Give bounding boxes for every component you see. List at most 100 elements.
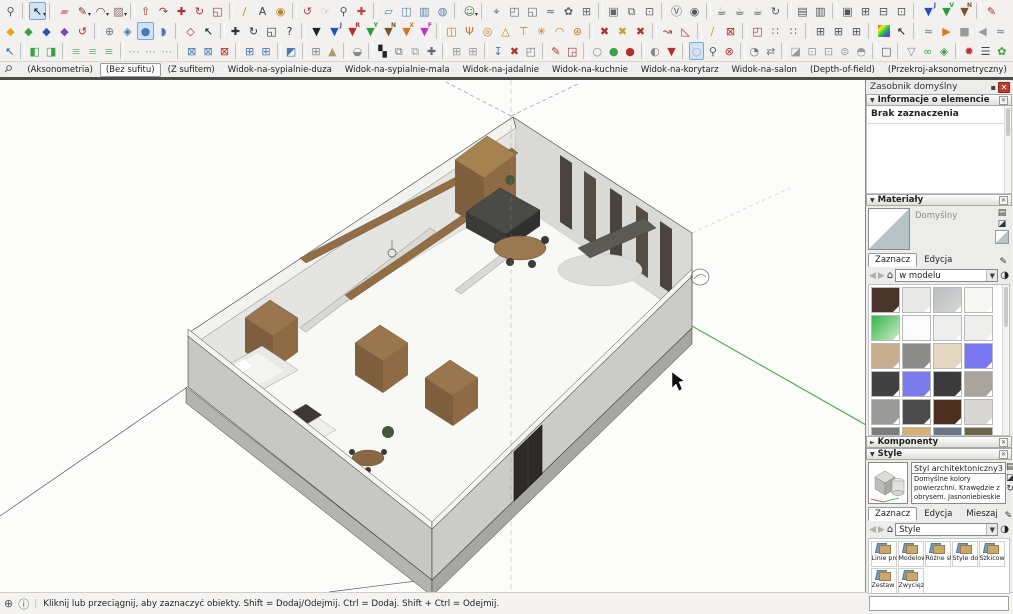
cursor-black-tool-button[interactable]: ↖	[893, 22, 910, 40]
pattern-circle-tool-button[interactable]: ⊜	[837, 42, 852, 60]
styles-detach-button[interactable]: ✕	[999, 450, 1008, 459]
line-tool-button[interactable]: ✎▾	[74, 2, 91, 20]
material-swatch-light-gray[interactable]	[902, 287, 931, 313]
vray-interactive-render-button[interactable]: ☕	[749, 2, 766, 20]
back-icon[interactable]: ◀	[869, 271, 876, 281]
joint-rows-tool-1-button[interactable]: ≡	[68, 42, 83, 60]
text-tool-button[interactable]: A	[254, 2, 271, 20]
point-array-tool-1-button[interactable]: ∷	[767, 22, 784, 40]
material-swatch-white-note[interactable]	[964, 287, 993, 313]
scene-tab-7[interactable]: Widok-na-kuchnie	[546, 63, 634, 77]
home-icon[interactable]: ⌂	[887, 524, 893, 535]
material-swatch-white[interactable]	[902, 315, 931, 341]
rotate-black-tool-button[interactable]: ↻	[245, 22, 262, 40]
tray-title-bar[interactable]: Zasobnik domyślny ▪ ✕	[866, 80, 1012, 94]
section-plane-tool-button[interactable]: ▱	[380, 2, 397, 20]
plugin-armor-yellow-button[interactable]: ◆	[2, 22, 19, 40]
move-black-tool-button[interactable]: ✚	[227, 22, 244, 40]
mirror-red-button[interactable]: ⊠	[217, 42, 232, 60]
scene-search-icon[interactable]: ⚲	[1, 63, 14, 76]
sample-paint-icon[interactable]: ◑	[1000, 270, 1009, 281]
style-folder-zwyci-zc[interactable]: Zwycięzc	[898, 568, 924, 594]
grid-light-1-button[interactable]: ⊞	[449, 42, 464, 60]
style-folder-r-ne-st[interactable]: Różne st	[925, 541, 951, 567]
select-cursor-tool-button[interactable]: ↖	[200, 22, 217, 40]
geolocation-icon[interactable]: ⊕	[4, 597, 13, 610]
corner-grid-tool-button[interactable]: ◰	[523, 42, 538, 60]
refresh-style-icon[interactable]: ↻	[1006, 484, 1013, 494]
material-swatch-dark-gray[interactable]	[871, 371, 900, 397]
section-mesh-tool-button[interactable]: ◈	[119, 22, 136, 40]
shield-tool-button[interactable]: ▽	[904, 42, 919, 60]
dash-green-add-button[interactable]: ⋯	[143, 42, 158, 60]
lathe-tool-button[interactable]: ⊤	[515, 22, 532, 40]
drop-edge-tool-button[interactable]: ↧	[490, 42, 505, 60]
material-swatch-speckled-gray[interactable]	[964, 371, 993, 397]
dash-green-1-button[interactable]: ⋯	[126, 42, 141, 60]
green-face-tool-2-button[interactable]: ◨	[43, 42, 58, 60]
half-diag-tool-button[interactable]: ◪	[788, 42, 803, 60]
select-tool-dropdown-icon[interactable]: ▾	[43, 12, 46, 18]
link-spheres-tool-button[interactable]: ∞	[920, 42, 935, 60]
sandbox-tool-button[interactable]: ▲	[325, 42, 340, 60]
flash-render-tool-button[interactable]: ◫	[443, 22, 460, 40]
section-display-toggle-button[interactable]: ◫	[398, 2, 415, 20]
material-swatch-dark-plaid[interactable]	[902, 399, 931, 425]
vray-update-view-button[interactable]: ↻	[767, 2, 784, 20]
swap-nodes-tool-button[interactable]: ⇄	[763, 42, 778, 60]
paste-nodes-tool-button[interactable]: ⧉	[408, 42, 423, 60]
styles-collection-dropdown[interactable]: Style ▼	[895, 523, 998, 536]
corner-red-tool-button[interactable]: ◲	[565, 42, 580, 60]
sphere-half-tool-button[interactable]: ◐	[647, 42, 662, 60]
styles-tab-zaznacz[interactable]: Zaznacz	[868, 507, 917, 521]
node-cross-yellow-button[interactable]: ✖	[614, 22, 631, 40]
materials-tab-zaznacz[interactable]: Zaznacz	[868, 253, 917, 267]
line-tool-dropdown-icon[interactable]: ▾	[88, 12, 91, 18]
forward-icon[interactable]: ▶	[878, 271, 885, 281]
material-swatch-marble[interactable]	[964, 399, 993, 425]
material-swatch-gray-wood[interactable]	[902, 343, 931, 369]
lock-tool-button[interactable]: ⊡	[893, 2, 910, 20]
materials-header[interactable]: ▼ Materiały ✕	[866, 194, 1012, 206]
line-yellow-tool-button[interactable]: ∕	[704, 22, 721, 40]
point-array-tool-2-button[interactable]: ∷	[785, 22, 802, 40]
material-swatch-beige-check[interactable]	[933, 343, 962, 369]
section-half-tool-button[interactable]: ◗	[155, 22, 172, 40]
create-material-icon[interactable]: ◪	[998, 219, 1007, 229]
paint-bucket-tool-button[interactable]: ◉	[272, 2, 289, 20]
zoom-extents-tool-button[interactable]: ✚	[353, 2, 370, 20]
curve-node-tool-button[interactable]: ↝	[659, 22, 676, 40]
wheel-tool-button[interactable]: ⊛	[569, 22, 586, 40]
scene-tab-4[interactable]: Widok-na-sypialnie-duza	[222, 63, 338, 77]
tray-close-button[interactable]: ✕	[998, 82, 1010, 93]
joint-rows-add-button[interactable]: ≡	[85, 42, 100, 60]
node-cross-red-2-button[interactable]: ✖	[632, 22, 649, 40]
material-swatch-pale-2[interactable]	[964, 315, 993, 341]
secondary-pane-icon[interactable]: ▤	[998, 208, 1007, 218]
add-person-tool-dropdown-icon[interactable]: ▾	[475, 12, 478, 18]
scene-tab-8[interactable]: Widok-na-korytarz	[635, 63, 725, 77]
material-swatch-blue-gray[interactable]	[933, 427, 962, 436]
display-mode-textured-button[interactable]: ▥	[812, 2, 829, 20]
star-tool-button[interactable]: ✳	[533, 22, 550, 40]
dome-tool-button[interactable]: ◠	[551, 22, 568, 40]
style-folder-linie-pror[interactable]: Linie pror	[871, 541, 897, 567]
scene-tab-6[interactable]: Widok-na-jadalnie	[457, 63, 545, 77]
scene-tab-11[interactable]: (Przekroj-aksonometryczny)	[882, 63, 1013, 77]
window-add-2-button[interactable]: ⊞	[830, 22, 847, 40]
add-person-tool-button[interactable]: ☺▾	[461, 2, 478, 20]
material-swatch-blue-purple-2[interactable]	[902, 371, 931, 397]
chevron-down-icon[interactable]: ▼	[986, 524, 997, 535]
grid-blue-2-button[interactable]: ⊞	[258, 42, 273, 60]
tray-scrollbar[interactable]	[1004, 106, 1011, 193]
model-viewport[interactable]	[0, 80, 866, 592]
dice-tool-2-button[interactable]: ⊡	[821, 42, 836, 60]
jpp-joint-push-button[interactable]: ▼J	[920, 2, 937, 20]
window-preset-3-button[interactable]: ⊟	[875, 2, 892, 20]
weld-tool-button[interactable]: ≈	[920, 22, 937, 40]
position-camera-tool-button[interactable]: ⌖	[488, 2, 505, 20]
diagonal-blue-tool-button[interactable]: ◩	[283, 42, 298, 60]
materials-detach-button[interactable]: ✕	[999, 196, 1008, 205]
style-folder-zestaw-k[interactable]: Zestaw k	[871, 568, 897, 594]
styles-tab-edycja[interactable]: Edycja	[917, 507, 959, 521]
